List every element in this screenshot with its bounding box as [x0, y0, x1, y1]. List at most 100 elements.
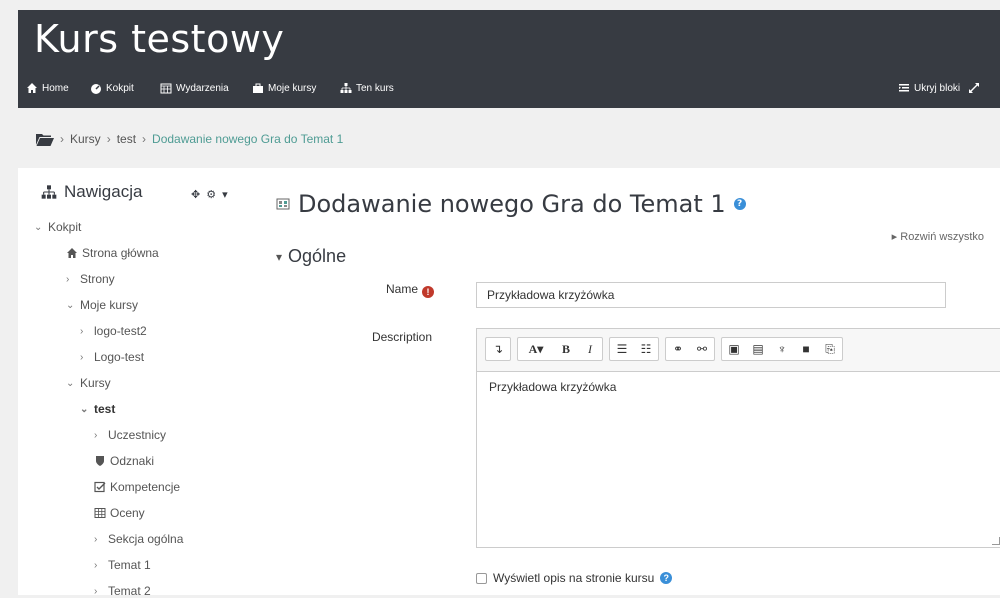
- tree-item-uczestnicy[interactable]: › Uczestnicy: [94, 428, 166, 442]
- name-input[interactable]: [476, 282, 946, 308]
- nav-wydarzenia[interactable]: Wydarzenia: [160, 82, 229, 94]
- tree-item-kokpit[interactable]: ⌄ Kokpit: [34, 220, 81, 234]
- tree-item-kursy[interactable]: ⌄ Kursy: [66, 376, 111, 390]
- tree-item-label: Moje kursy: [80, 298, 139, 312]
- chevron-right-icon: ›: [94, 559, 98, 571]
- sitemap-icon: [41, 185, 57, 199]
- show-more-icon[interactable]: ↴: [486, 338, 510, 360]
- unlink-icon[interactable]: ⚯: [690, 338, 714, 360]
- caret-down-icon: ▾: [276, 249, 283, 264]
- page-header: Kurs testowy Home Kokpit Wydarzenia Moje…: [18, 10, 1000, 108]
- tree-item-oceny[interactable]: Oceny: [94, 506, 145, 520]
- chevron-down-icon[interactable]: ▾: [222, 188, 228, 201]
- tree-item-temat-2[interactable]: › Temat 2: [94, 584, 151, 598]
- tree-item-test[interactable]: ⌄ test: [80, 402, 115, 416]
- breadcrumb-current[interactable]: Dodawanie nowego Gra do Temat 1: [152, 132, 343, 146]
- editor-toolbar: ↴ A▾ B I ☰ ☷ ⚭ ⚯ ▣ ▤ ♆ ■ ⎘: [485, 337, 843, 361]
- paragraph-style-icon[interactable]: A▾: [518, 338, 554, 360]
- page-content: Nawigacja ✥ ⚙ ▾ ⌄ Kokpit Strona główna › S…: [18, 168, 1000, 598]
- bold-icon[interactable]: B: [554, 338, 578, 360]
- video-icon[interactable]: ■: [794, 338, 818, 360]
- folder-open-icon[interactable]: [36, 133, 54, 146]
- breadcrumb: › Kursy › test › Dodawanie nowego Gra do…: [36, 132, 343, 146]
- top-navbar: Home Kokpit Wydarzenia Moje kursy Ten ku…: [18, 82, 1000, 104]
- tree-item-logo-test[interactable]: › Logo-test: [80, 350, 144, 364]
- breadcrumb-test[interactable]: test: [117, 132, 136, 146]
- gear-icon[interactable]: ⚙: [206, 188, 216, 201]
- site-title[interactable]: Kurs testowy: [34, 17, 284, 61]
- page-title: Dodawanie nowego Gra do Temat 1 ?: [276, 190, 746, 218]
- dashboard-icon: [91, 84, 101, 94]
- nav-moje-kursy-label: Moje kursy: [268, 82, 317, 94]
- navigation-title-text: Nawigacja: [64, 182, 143, 201]
- breadcrumb-kursy[interactable]: Kursy: [70, 132, 101, 146]
- unordered-list-icon[interactable]: ☰: [610, 338, 634, 360]
- tree-item-kompetencje[interactable]: Kompetencje: [94, 480, 180, 494]
- manage-files-icon[interactable]: ⎘: [818, 338, 842, 360]
- resize-handle[interactable]: [992, 537, 1000, 545]
- move-icon[interactable]: ✥: [191, 188, 200, 201]
- name-label: Name: [385, 282, 418, 296]
- section-general-title: Ogólne: [288, 246, 347, 266]
- section-general-toggle[interactable]: ▾ Ogólne: [276, 246, 346, 267]
- toolbar-group: ☰ ☷: [609, 337, 659, 361]
- image-icon[interactable]: ▣: [722, 338, 746, 360]
- breadcrumb-separator: ›: [142, 132, 147, 146]
- tree-item-logo-test2[interactable]: › logo-test2: [80, 324, 147, 338]
- tree-item-label: Temat 2: [108, 584, 151, 598]
- chevron-down-icon: ⌄: [80, 403, 89, 415]
- description-text: Przykładowa krzyżówka: [489, 380, 617, 394]
- hide-blocks-label: Ukryj bloki: [914, 82, 961, 94]
- chevron-right-icon: ›: [94, 429, 98, 441]
- navigation-block-title: Nawigacja: [40, 182, 142, 202]
- required-icon: !: [422, 286, 434, 298]
- nav-kokpit-label: Kokpit: [106, 82, 134, 94]
- page-title-text: Dodawanie nowego Gra do Temat 1: [298, 190, 726, 218]
- expand-all-label: Rozwiń wszystko: [900, 231, 984, 243]
- chevron-right-icon: ›: [66, 273, 70, 285]
- microphone-icon[interactable]: ♆: [770, 338, 794, 360]
- nav-home[interactable]: Home: [26, 82, 69, 94]
- nav-wydarzenia-label: Wydarzenia: [176, 82, 229, 94]
- ordered-list-icon[interactable]: ☷: [634, 338, 658, 360]
- toolbar-group: ↴: [485, 337, 511, 361]
- hide-blocks-button[interactable]: Ukryj bloki: [898, 82, 980, 94]
- help-icon[interactable]: ?: [733, 198, 746, 210]
- tree-item-odznaki[interactable]: Odznaki: [94, 454, 154, 468]
- description-label: Description: [371, 330, 432, 344]
- tree-item-label: Uczestnicy: [108, 428, 167, 442]
- nav-moje-kursy[interactable]: Moje kursy: [252, 82, 316, 94]
- home-icon: [67, 248, 77, 258]
- expand-all-link[interactable]: ▸ Rozwiń wszystko: [892, 230, 984, 243]
- navigation-block: Nawigacja ✥ ⚙ ▾ ⌄ Kokpit Strona główna › S…: [26, 168, 266, 598]
- show-description-checkbox[interactable]: [476, 572, 487, 584]
- description-textarea[interactable]: Przykładowa krzyżówka: [477, 371, 1000, 547]
- tree-item-sekcja-ogolna[interactable]: › Sekcja ogólna: [94, 532, 183, 546]
- home-icon: [27, 83, 37, 93]
- shield-icon: [96, 456, 104, 466]
- tree-item-temat-1[interactable]: › Temat 1: [94, 558, 151, 572]
- chevron-right-icon: ›: [80, 351, 84, 363]
- game-module-icon: [276, 198, 290, 210]
- tree-item-label: Sekcja ogólna: [108, 532, 184, 546]
- help-icon[interactable]: ?: [660, 572, 673, 584]
- sitemap-icon: [340, 83, 352, 93]
- italic-icon[interactable]: I: [578, 338, 602, 360]
- tree-item-strona-glowna[interactable]: Strona główna: [66, 246, 159, 260]
- tree-item-strony[interactable]: › Strony: [66, 272, 115, 286]
- chevron-down-icon: ⌄: [66, 377, 75, 389]
- expand-icon[interactable]: [968, 82, 980, 94]
- calendar-icon: [160, 83, 172, 94]
- link-icon[interactable]: ⚭: [666, 338, 690, 360]
- nav-ten-kurs-label: Ten kurs: [356, 82, 394, 94]
- chevron-right-icon: ›: [94, 533, 98, 545]
- nav-ten-kurs[interactable]: Ten kurs: [340, 82, 394, 94]
- tree-item-moje-kursy[interactable]: ⌄ Moje kursy: [66, 298, 138, 312]
- chevron-down-icon: ⌄: [66, 299, 75, 311]
- breadcrumb-bar: › Kursy › test › Dodawanie nowego Gra do…: [18, 108, 1000, 168]
- media-icon[interactable]: ▤: [746, 338, 770, 360]
- tree-item-label: Temat 1: [108, 558, 151, 572]
- show-description-label: Wyświetl opis na stronie kursu: [493, 571, 655, 585]
- nav-kokpit[interactable]: Kokpit: [90, 82, 134, 94]
- check-square-icon: [94, 481, 106, 493]
